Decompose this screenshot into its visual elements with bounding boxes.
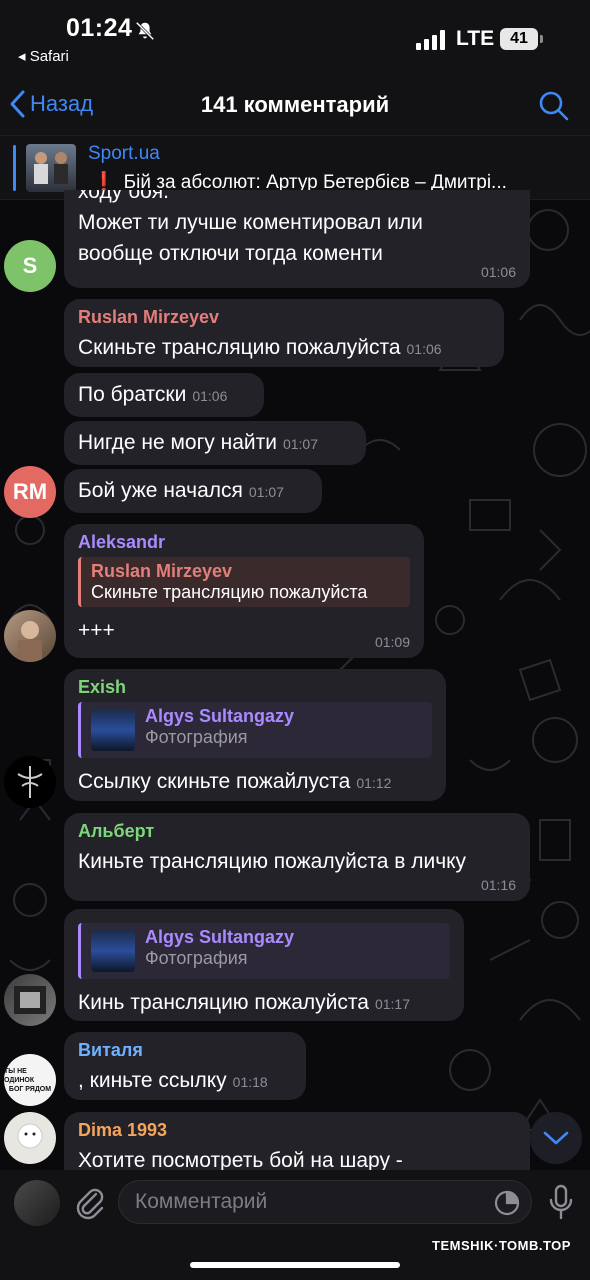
message-text: ходу боя.: [78, 190, 169, 203]
message-author: Exish: [78, 677, 127, 697]
pinned-accent-bar: [13, 145, 16, 191]
avatar[interactable]: S: [4, 240, 56, 292]
signal-icon: [416, 30, 445, 50]
message-bubble[interactable]: Альберт Киньте трансляцию пожалуйста в л…: [64, 813, 530, 901]
battery-indicator: 41: [500, 28, 538, 50]
battery-tip: [540, 35, 543, 43]
bell-slash-icon: [135, 21, 155, 41]
reply-quote[interactable]: Algys Sultangazy Фотография: [78, 702, 432, 758]
message-text: +++: [78, 619, 115, 642]
message-author: Альберт: [78, 821, 155, 841]
message-time: 01:07: [282, 436, 319, 452]
message-text: Нигде не могу найти 01:07: [78, 431, 319, 454]
message-text: Скиньте трансляцию пожалуйста 01:06: [78, 336, 442, 359]
message-author: Ruslan Mirzeyev: [78, 307, 220, 327]
search-icon[interactable]: [538, 90, 570, 122]
my-avatar[interactable]: [14, 1180, 60, 1226]
reply-text: Скиньте трансляцию пожалуйста: [91, 582, 368, 602]
message-author: Виталя: [78, 1040, 143, 1060]
avatar-initials: RM: [12, 479, 48, 504]
reply-text: Фотография: [145, 727, 248, 747]
message-time: 01:06: [192, 388, 228, 404]
avatar[interactable]: ТЫ НЕ ОДИНОК БОГ РЯДОМ: [4, 1054, 56, 1106]
avatar[interactable]: RM: [4, 466, 56, 518]
sticker-icon[interactable]: [494, 1190, 520, 1216]
message-text: Бой уже начался 01:07: [78, 479, 284, 502]
avatar[interactable]: [4, 1112, 56, 1164]
message-time: 01:09: [374, 634, 410, 650]
message-bubble[interactable]: Нигде не могу найти 01:07: [64, 421, 366, 465]
status-bar: 01:24 ◂ Safari LTE 41: [0, 0, 590, 72]
pinned-thumbnail: [26, 144, 76, 192]
watermark: TEMSHIK·TOMB.TOP: [432, 1238, 571, 1253]
message-time: 01:06: [406, 341, 442, 357]
avatar[interactable]: [4, 756, 56, 808]
message-time: 01:06: [480, 264, 516, 280]
paperclip-icon[interactable]: [72, 1184, 106, 1220]
avatar-photo: [17, 766, 43, 798]
avatar-caption: БОГ РЯДОМ: [8, 1085, 52, 1093]
message-time: 01:16: [480, 877, 516, 893]
message-bubble[interactable]: ходу боя. Может ти лучше коментировал ил…: [64, 190, 530, 288]
message-text: Ссылку скиньте пожайлуста 01:12: [78, 770, 392, 793]
reply-photo-thumbnail: [91, 709, 135, 751]
message-text: Киньте трансляцию пожалуйста в личку: [78, 850, 467, 873]
network-type: LTE: [456, 27, 495, 50]
message-text: По братски 01:06: [78, 383, 228, 406]
scroll-down-button[interactable]: [530, 1112, 582, 1164]
message-bubble[interactable]: Ruslan Mirzeyev Скиньте трансляцию пожал…: [64, 299, 504, 367]
reply-text: Фотография: [145, 948, 248, 968]
message-author: Aleksandr: [78, 532, 166, 552]
message-time: 01:17: [374, 996, 411, 1012]
message-bubble[interactable]: Виталя , киньте ссылку 01:18: [64, 1032, 306, 1100]
message-time: 01:07: [248, 484, 284, 500]
message-bubble[interactable]: Algys Sultangazy Фотография Кинь трансля…: [64, 909, 464, 1021]
message-text: Кинь трансляцию пожалуйста 01:17: [78, 991, 411, 1014]
avatar-photo: [14, 986, 46, 1014]
message-text: Может ти лучше коментировал или вообще о…: [78, 211, 423, 265]
message-time: 01:12: [356, 775, 392, 791]
reply-author: Algys Sultangazy: [145, 706, 295, 726]
comment-field[interactable]: [118, 1180, 532, 1224]
avatar-photo: [18, 621, 42, 662]
message-bubble[interactable]: Exish Algys Sultangazy Фотография Ссылку…: [64, 669, 446, 801]
page-title: 141 комментарий: [200, 92, 390, 117]
reply-author: Ruslan Mirzeyev: [91, 561, 233, 581]
message-bubble[interactable]: По братски 01:06: [64, 373, 264, 417]
avatar-photo: [17, 1123, 43, 1149]
pinned-channel-name: Sport.ua: [88, 143, 160, 164]
message-bubble[interactable]: Бой уже начался 01:07: [64, 469, 322, 513]
reply-photo-thumbnail: [91, 930, 135, 972]
avatar-initials: S: [22, 253, 38, 278]
avatar[interactable]: [4, 974, 56, 1026]
message-bubble[interactable]: Aleksandr Ruslan Mirzeyev Скиньте трансл…: [64, 524, 424, 658]
navigation-bar: Назад 141 комментарий: [0, 72, 590, 136]
reply-quote[interactable]: Ruslan Mirzeyev Скиньте трансляцию пожал…: [78, 557, 410, 607]
microphone-icon[interactable]: [548, 1184, 574, 1220]
home-indicator: [190, 1262, 400, 1268]
avatar-caption: ТЫ НЕ ОДИНОК: [4, 1067, 35, 1084]
message-author: Dima 1993: [78, 1120, 168, 1140]
comment-input-bar: TEMSHIK·TOMB.TOP: [0, 1170, 590, 1280]
reply-quote[interactable]: Algys Sultangazy Фотография: [78, 923, 450, 979]
reply-author: Algys Sultangazy: [145, 927, 295, 947]
back-to-safari[interactable]: ◂ Safari: [18, 47, 69, 65]
chevron-down-icon: [543, 1131, 569, 1145]
status-time: 01:24: [66, 14, 133, 42]
message-time: 01:18: [232, 1074, 268, 1090]
avatar[interactable]: [4, 610, 56, 662]
message-text: , киньте ссылку 01:18: [78, 1069, 268, 1092]
